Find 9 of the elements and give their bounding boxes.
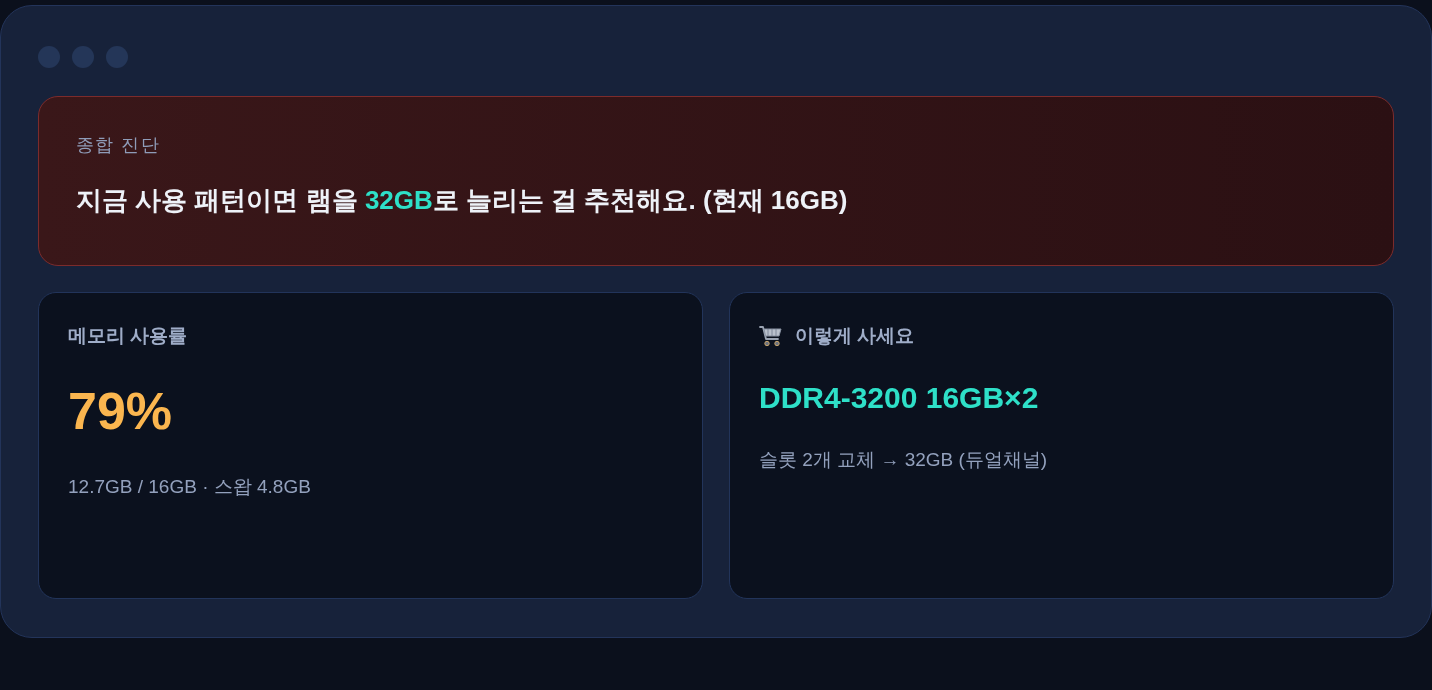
card-title: 메모리 사용률: [68, 324, 188, 348]
card-detail: 슬롯 2개 교체 → 32GB (듀얼채널): [759, 448, 1048, 472]
card-detail: 12.7GB / 16GB · 스왑 4.8GB: [68, 475, 311, 499]
product-name: DDR4-3200 16GB×2: [759, 380, 1039, 416]
banner-label: 종합 진단: [76, 134, 161, 157]
shopping-cart-icon: [759, 325, 783, 347]
card-title: 이렇게 사세요: [795, 324, 915, 348]
recommendation-headline: 지금 사용 패턴이면 램을 32GB로 늘리는 걸 추천해요. (현재 16GB): [76, 184, 848, 217]
usage-percentage: 79%: [68, 385, 173, 437]
